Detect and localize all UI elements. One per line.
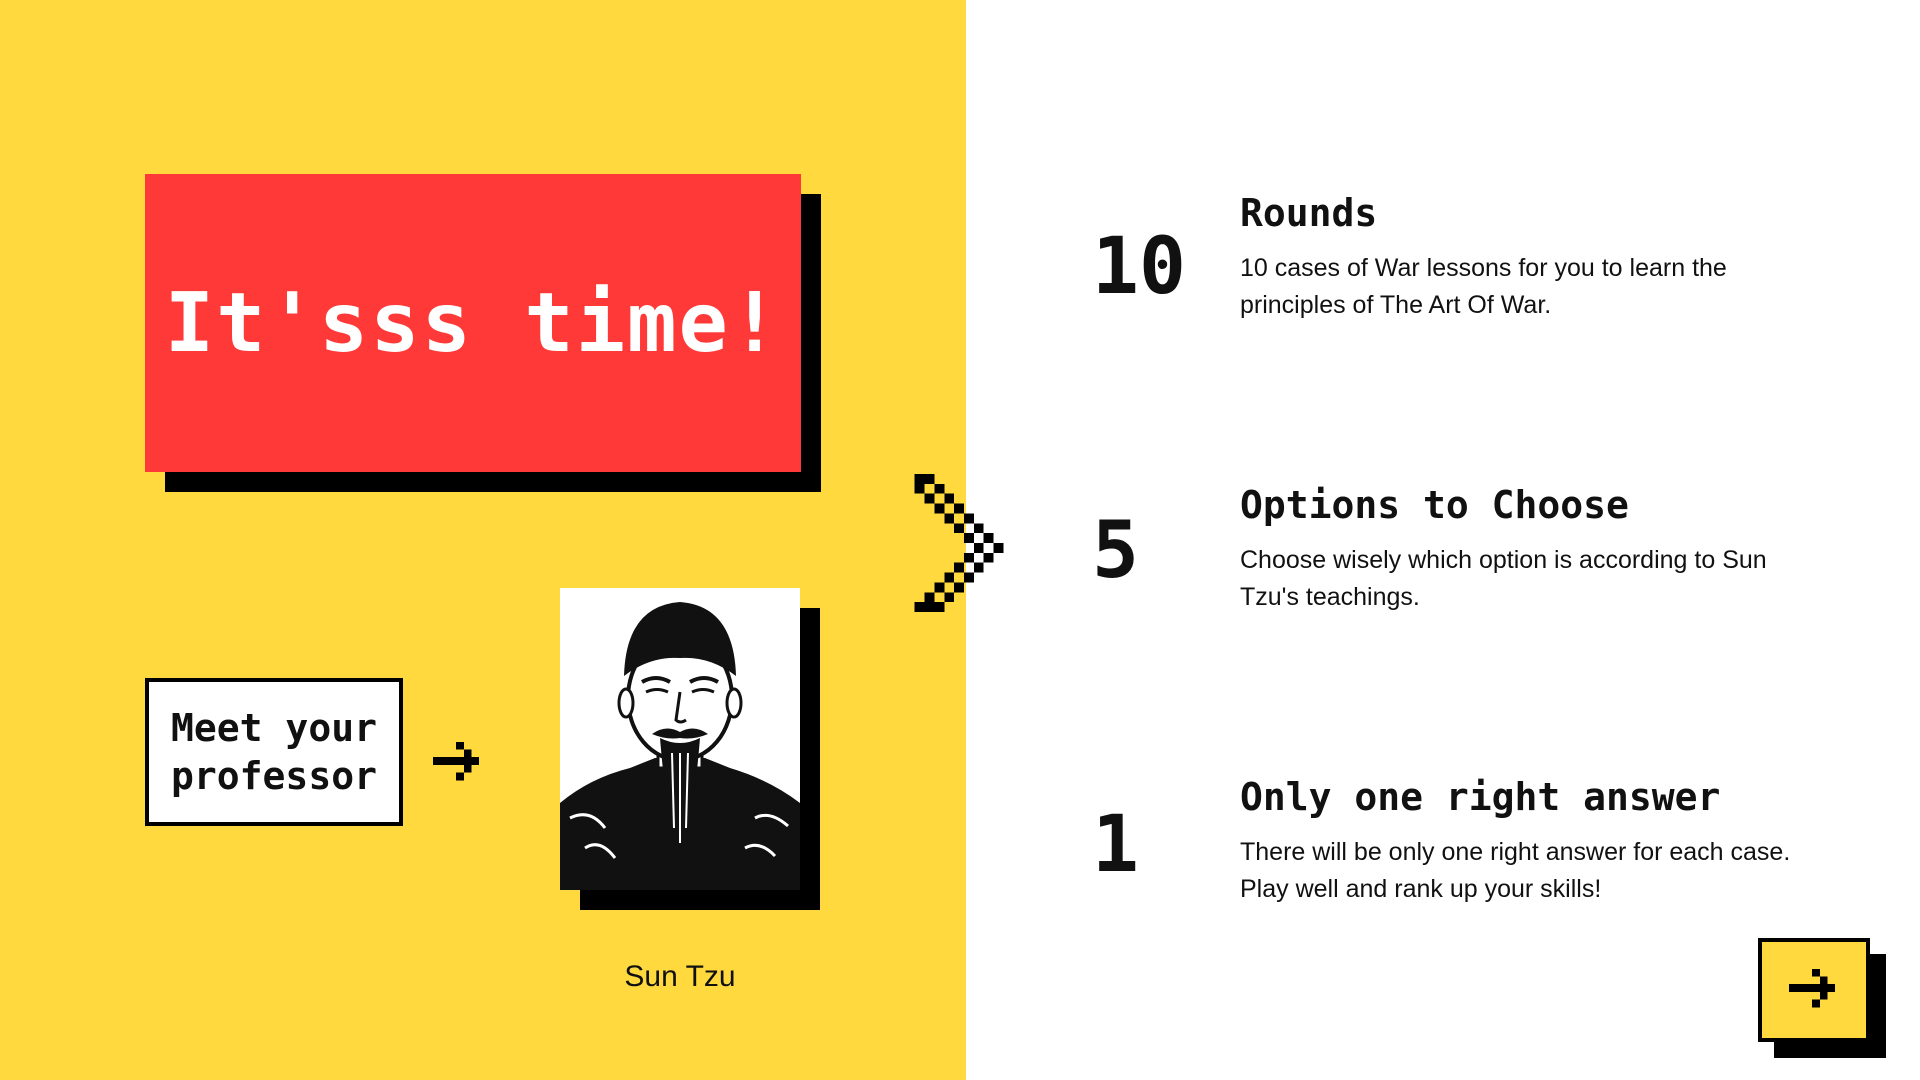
feature-number-options: 5 [1092, 506, 1139, 596]
meet-professor-box: Meet your professor [145, 678, 403, 826]
sun-tzu-portrait [560, 588, 800, 890]
title-text: It'sss time! [164, 275, 782, 371]
meet-professor-text: Meet your professor [164, 704, 384, 800]
feature-desc-answer: There will be only one right answer for … [1240, 838, 1791, 903]
arrow-right-icon [1789, 968, 1836, 1008]
meet-line-2: professor [171, 754, 377, 798]
next-button[interactable] [1758, 938, 1870, 1042]
professor-name: Sun Tzu [624, 960, 736, 993]
feature-number-answer: 1 [1092, 800, 1139, 890]
feature-number-rounds: 10 [1092, 222, 1186, 312]
feature-title-rounds: Rounds [1240, 191, 1378, 235]
feature-title-options: Options to Choose [1240, 483, 1629, 527]
left-panel [0, 0, 966, 1080]
feature-title-answer: Only one right answer [1240, 775, 1721, 819]
chevron-right-icon [914, 474, 1004, 612]
slide: It'sss time! Meet your professor Sun Tzu… [0, 0, 1920, 1080]
meet-line-1: Meet your [171, 706, 377, 750]
feature-desc-options: Choose wisely which option is according … [1240, 546, 1767, 611]
title-card: It'sss time! [145, 174, 801, 472]
feature-desc-rounds: 10 cases of War lessons for you to learn… [1240, 254, 1727, 319]
arrow-right-icon [433, 741, 480, 781]
